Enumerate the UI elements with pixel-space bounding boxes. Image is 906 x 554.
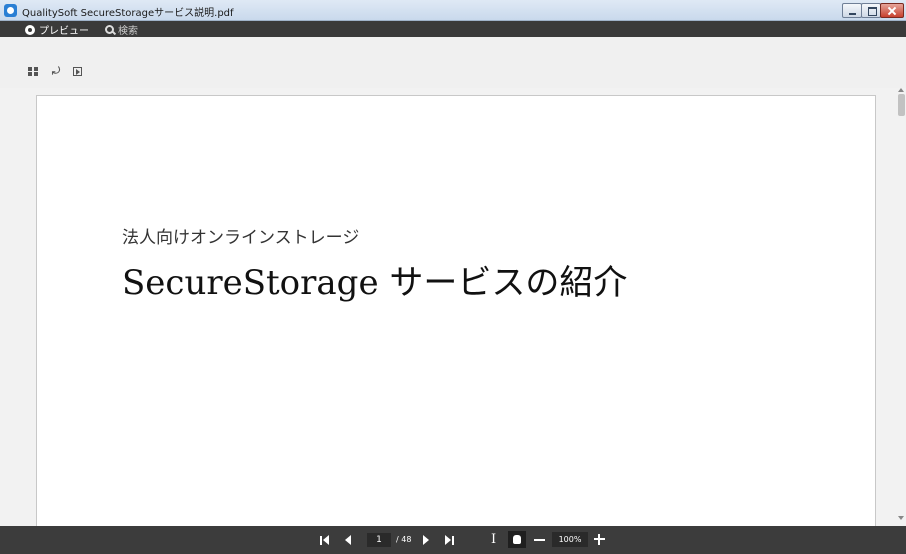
zoom-in-button[interactable]: [594, 534, 605, 545]
hand-tool-icon[interactable]: [508, 531, 526, 548]
window-title: QualitySoft SecureStorageサービス説明.pdf: [22, 8, 234, 19]
menu-bar: プレビュー 検索: [0, 21, 906, 37]
previous-page-button[interactable]: [345, 533, 351, 547]
page-total: / 48: [396, 535, 412, 544]
scroll-up-arrow-icon[interactable]: [898, 88, 904, 92]
first-page-button[interactable]: [320, 533, 329, 547]
scroll-thumb[interactable]: [898, 94, 905, 116]
search-tab-label: 検索: [118, 26, 138, 37]
preview-tab[interactable]: プレビュー: [25, 23, 89, 37]
navigation-bar: / 48 I 100%: [0, 526, 906, 554]
document-page: 法人向けオンラインストレージ SecureStorage サービスの紹介: [36, 95, 876, 530]
close-button[interactable]: [880, 3, 904, 18]
search-icon: [105, 25, 114, 34]
last-page-button[interactable]: [445, 533, 454, 547]
page-number-input[interactable]: [367, 533, 391, 547]
preview-tab-label: プレビュー: [39, 26, 89, 37]
zoom-out-button[interactable]: [534, 539, 545, 541]
text-select-icon[interactable]: I: [491, 532, 496, 547]
fit-page-icon[interactable]: [70, 64, 84, 78]
document-viewer[interactable]: 法人向けオンラインストレージ SecureStorage サービスの紹介: [0, 88, 906, 530]
search-tab[interactable]: 検索: [105, 23, 138, 37]
app-icon: [4, 4, 17, 17]
eye-icon: [25, 24, 35, 35]
viewer-window: QualitySoft SecureStorageサービス説明.pdf プレビュ…: [0, 0, 906, 554]
scroll-down-arrow-icon[interactable]: [898, 516, 904, 520]
next-page-button[interactable]: [423, 533, 429, 547]
title-bar: QualitySoft SecureStorageサービス説明.pdf: [0, 0, 906, 21]
document-title: SecureStorage サービスの紹介: [122, 263, 628, 303]
zoom-level[interactable]: 100%: [552, 532, 588, 547]
maximize-button[interactable]: [861, 3, 881, 18]
document-subtitle: 法人向けオンラインストレージ: [122, 228, 360, 248]
vertical-scrollbar[interactable]: [897, 88, 906, 526]
rotate-icon[interactable]: ⤾: [49, 64, 63, 78]
minimize-button[interactable]: [842, 3, 862, 18]
grid-view-icon[interactable]: [26, 64, 40, 78]
toolbar: ⤾: [0, 37, 906, 88]
